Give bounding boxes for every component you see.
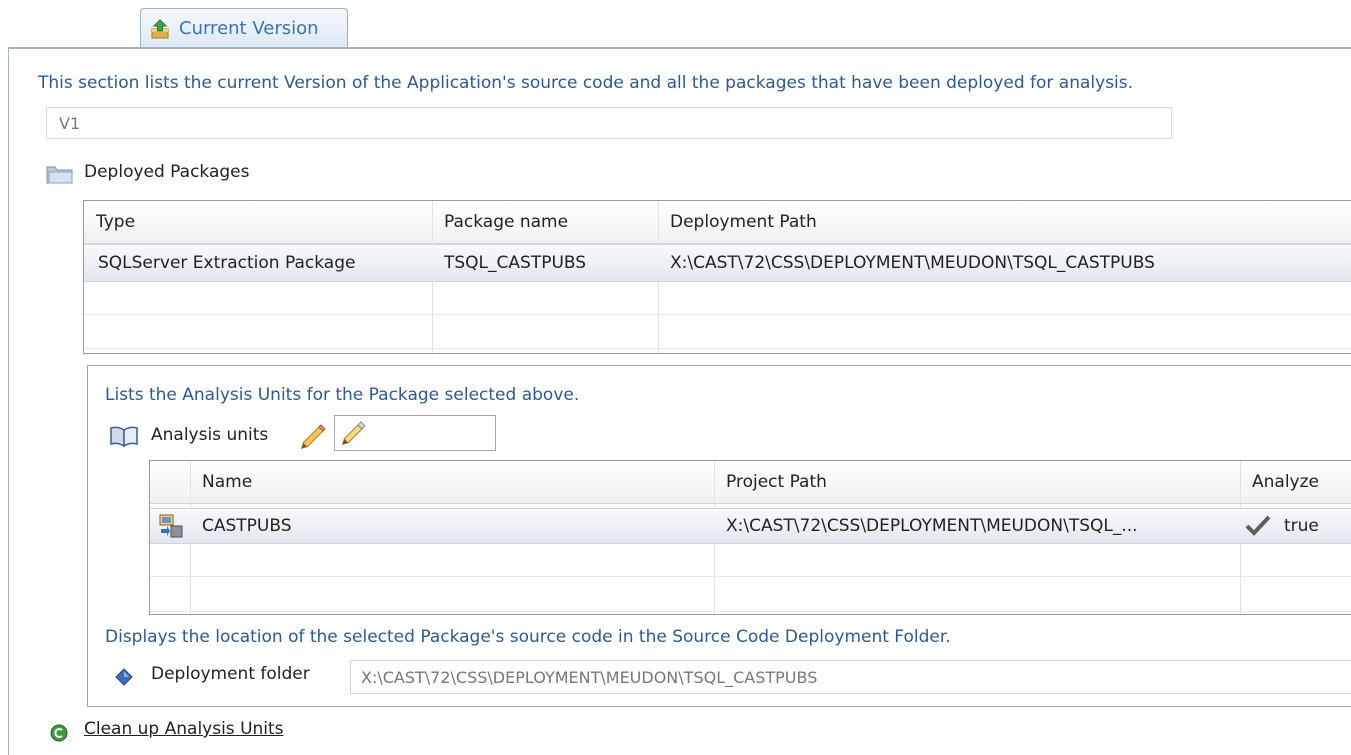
column-header-name[interactable]: Name (190, 461, 714, 503)
package-path: X:\CAST\72\CSS\DEPLOYMENT\MEUDON\TSQL_CA… (670, 253, 1155, 273)
tab-current-version[interactable]: Current Version (140, 8, 348, 48)
column-header-project-path[interactable]: Project Path (714, 461, 1240, 503)
upload-box-icon (151, 18, 169, 38)
analysis-units-table-header: Name Project Path Analyze (150, 461, 1351, 504)
deployment-folder-label: Deployment folder (151, 664, 310, 684)
analysis-units-title: Analysis units (151, 425, 269, 445)
package-type: SQLServer Extraction Package (98, 253, 356, 273)
packages-table-header: Type Package name Deployment Path (84, 201, 1351, 244)
table-row[interactable]: SQLServer Extraction Package TSQL_CASTPU… (84, 244, 1351, 282)
tab-border (8, 47, 1351, 49)
column-header-type[interactable]: Type (84, 201, 432, 243)
tab-label: Current Version (179, 18, 319, 39)
analysis-units-filter[interactable] (334, 415, 496, 451)
package-name: TSQL_CASTPUBS (444, 253, 587, 273)
analysis-units-book-icon (110, 426, 138, 448)
packages-table: Type Package name Deployment Path SQLSer… (83, 200, 1351, 354)
column-header-analyze[interactable]: Analyze (1240, 461, 1351, 503)
frame-border (8, 48, 9, 755)
edit-pencil-icon[interactable] (297, 421, 327, 449)
analysis-unit-name: CASTPUBS (202, 516, 292, 536)
analyze-value: true (1284, 516, 1319, 536)
filter-pencil-icon (342, 421, 366, 445)
analyze-check-icon[interactable] (1244, 514, 1272, 538)
deployment-folder-field[interactable] (350, 660, 1351, 694)
deployment-description: Displays the location of the selected Pa… (105, 627, 951, 647)
section-description: This section lists the current Version o… (38, 73, 1134, 93)
cleanup-analysis-units-link[interactable]: Clean up Analysis Units (84, 719, 284, 739)
analysis-units-table: Name Project Path Analyze CASTPUBS X:\CA… (149, 460, 1351, 615)
analysis-units-description: Lists the Analysis Units for the Package… (105, 385, 580, 405)
analysis-unit-icon (159, 514, 183, 538)
diamond-bullet-icon (115, 668, 133, 686)
packages-folder-icon (46, 166, 73, 184)
deployed-packages-title: Deployed Packages (84, 162, 250, 182)
version-field[interactable] (46, 107, 1172, 139)
cleanup-icon (50, 724, 68, 742)
column-header-package-name[interactable]: Package name (432, 201, 658, 243)
table-row[interactable]: CASTPUBS X:\CAST\72\CSS\DEPLOYMENT\MEUDO… (150, 508, 1351, 544)
analysis-unit-path: X:\CAST\72\CSS\DEPLOYMENT\MEUDON\TSQL_..… (726, 516, 1138, 536)
column-header-deployment-path[interactable]: Deployment Path (658, 201, 1351, 243)
